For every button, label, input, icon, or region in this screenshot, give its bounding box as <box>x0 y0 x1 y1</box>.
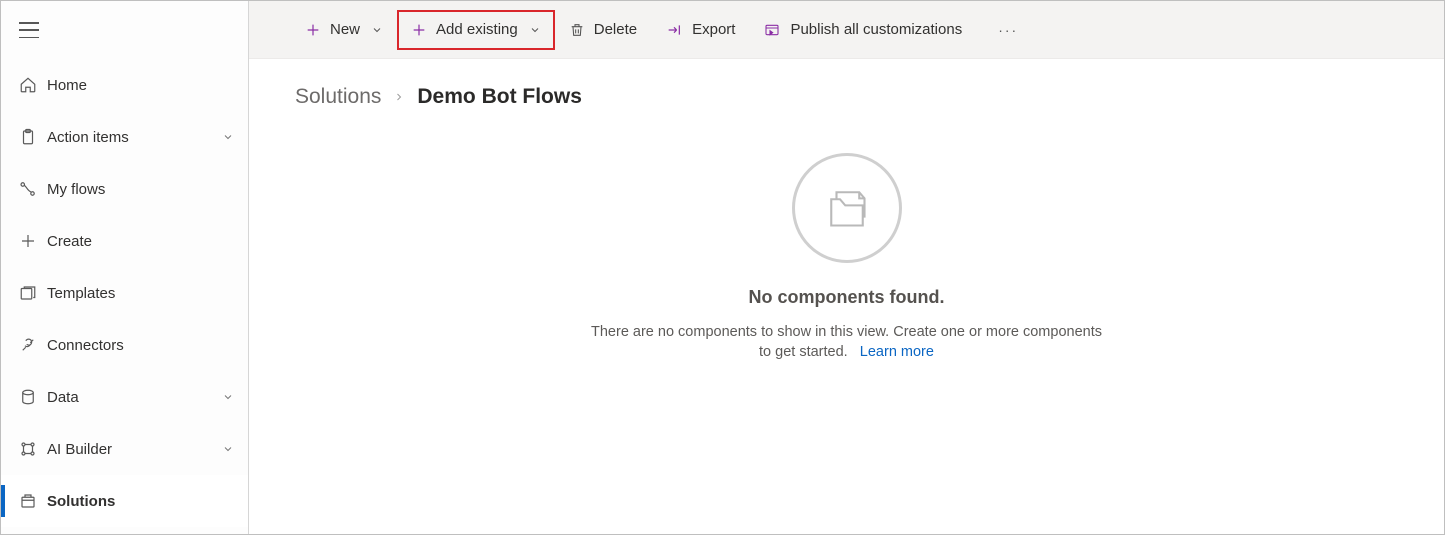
toolbar: New Add existing Delete <box>249 1 1444 59</box>
learn-more-link[interactable]: Learn more <box>860 344 934 360</box>
sidebar: Home Action items My flows <box>1 1 249 534</box>
trash-icon <box>569 22 585 38</box>
chevron-right-icon <box>393 91 405 103</box>
hamburger-menu-icon[interactable] <box>19 22 39 38</box>
empty-state-icon <box>792 153 902 263</box>
sidebar-item-label: Data <box>47 389 222 406</box>
sidebar-item-home[interactable]: Home <box>1 59 248 111</box>
publish-button-label: Publish all customizations <box>790 21 962 38</box>
plus-icon <box>305 22 321 38</box>
publish-icon <box>763 22 781 38</box>
empty-state-description: There are no components to show in this … <box>587 322 1107 363</box>
clipboard-icon <box>19 128 47 146</box>
flow-icon <box>19 180 47 198</box>
publish-button[interactable]: Publish all customizations <box>749 10 976 50</box>
sidebar-item-label: Action items <box>47 129 222 146</box>
sidebar-item-label: Connectors <box>47 337 234 354</box>
sidebar-item-label: Templates <box>47 285 234 302</box>
sidebar-item-solutions[interactable]: Solutions <box>1 475 248 527</box>
sidebar-item-data[interactable]: Data <box>1 371 248 423</box>
delete-button-label: Delete <box>594 21 637 38</box>
new-button-label: New <box>330 21 360 38</box>
add-existing-button[interactable]: Add existing <box>397 10 555 50</box>
breadcrumb: Solutions Demo Bot Flows <box>249 59 1444 109</box>
sidebar-item-label: My flows <box>47 181 234 198</box>
sidebar-item-ai-builder[interactable]: AI Builder <box>1 423 248 475</box>
sidebar-item-connectors[interactable]: Connectors <box>1 319 248 371</box>
sidebar-item-action-items[interactable]: Action items <box>1 111 248 163</box>
delete-button[interactable]: Delete <box>555 10 651 50</box>
add-existing-button-label: Add existing <box>436 21 518 38</box>
more-actions-button[interactable]: ··· <box>990 22 1026 38</box>
chevron-down-icon <box>222 443 234 455</box>
sidebar-item-label: Solutions <box>47 493 234 510</box>
sidebar-item-my-flows[interactable]: My flows <box>1 163 248 215</box>
sidebar-item-templates[interactable]: Templates <box>1 267 248 319</box>
export-button-label: Export <box>692 21 735 38</box>
sidebar-item-create[interactable]: Create <box>1 215 248 267</box>
sidebar-item-label: Home <box>47 77 234 94</box>
chevron-down-icon <box>222 391 234 403</box>
sidebar-item-label: AI Builder <box>47 441 222 458</box>
sidebar-nav: Home Action items My flows <box>1 59 248 527</box>
connectors-icon <box>19 336 47 354</box>
chevron-down-icon <box>371 24 383 36</box>
breadcrumb-current: Demo Bot Flows <box>417 85 582 109</box>
export-button[interactable]: Export <box>651 10 749 50</box>
home-icon <box>19 76 47 94</box>
templates-icon <box>19 284 47 302</box>
export-icon <box>665 22 683 38</box>
new-button[interactable]: New <box>291 10 397 50</box>
sidebar-item-label: Create <box>47 233 234 250</box>
ai-builder-icon <box>19 440 47 458</box>
plus-icon <box>19 232 47 250</box>
empty-state-title: No components found. <box>749 287 945 308</box>
breadcrumb-root[interactable]: Solutions <box>295 85 381 109</box>
plus-icon <box>411 22 427 38</box>
chevron-down-icon <box>222 131 234 143</box>
chevron-down-icon <box>529 24 541 36</box>
empty-state: No components found. There are no compon… <box>249 153 1444 363</box>
data-icon <box>19 388 47 406</box>
main-content: New Add existing Delete <box>249 1 1444 534</box>
solutions-icon <box>19 492 47 510</box>
